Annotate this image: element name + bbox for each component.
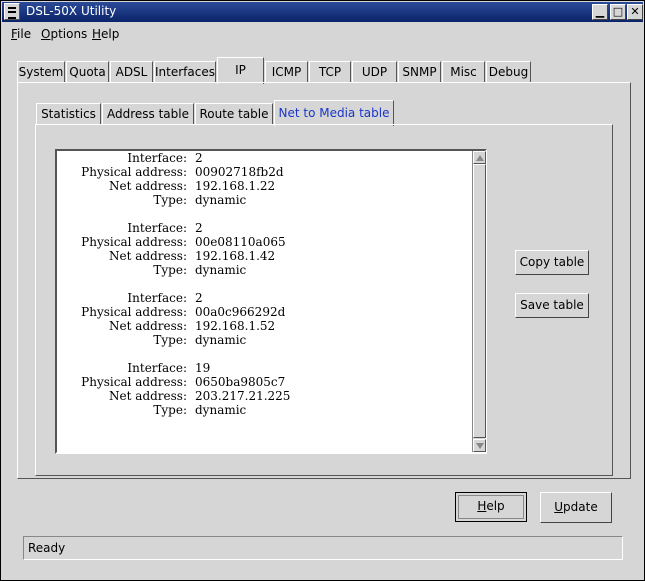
tab-icmp[interactable]: ICMP bbox=[265, 61, 308, 83]
net-to-media-list[interactable]: Interface: 2 Physical address: 00902718fb2… bbox=[55, 149, 487, 454]
type-value: dynamic bbox=[195, 333, 247, 347]
list-content: Interface: 2 Physical address: 00902718fb2… bbox=[57, 151, 471, 452]
net-address-value: 192.168.1.22 bbox=[195, 179, 276, 193]
physical-address-value: 00902718fb2d bbox=[195, 165, 284, 179]
list-item: Interface: 19 Physical address: 0650ba9805… bbox=[57, 361, 471, 417]
net-address-key: Net address: bbox=[109, 389, 187, 403]
tab-statistics[interactable]: Statistics bbox=[36, 103, 101, 125]
physical-address-key: Physical address: bbox=[81, 375, 187, 389]
app-window: DSL-50X Utility ▁ □ ✕ File Options Help … bbox=[0, 0, 645, 581]
window-menu-icon[interactable] bbox=[4, 3, 20, 20]
physical-address-key: Physical address: bbox=[81, 165, 187, 179]
net-address-key: Net address: bbox=[109, 179, 187, 193]
tab-tcp[interactable]: TCP bbox=[309, 61, 351, 83]
list-item: Interface: 2 Physical address: 00a0c966292… bbox=[57, 291, 471, 347]
tab-net-to-media-table[interactable]: Net to Media table bbox=[274, 100, 394, 126]
menu-help-mnemonic: H bbox=[92, 27, 102, 41]
net-address-value: 192.168.1.42 bbox=[195, 249, 276, 263]
net-address-value: 203.217.21.225 bbox=[195, 389, 291, 403]
scroll-thumb[interactable] bbox=[473, 164, 486, 438]
title-bar[interactable]: DSL-50X Utility ▁ □ ✕ bbox=[2, 2, 643, 22]
menu-options[interactable]: Options bbox=[41, 27, 87, 41]
tab-udp[interactable]: UDP bbox=[352, 61, 397, 83]
minimize-button[interactable]: ▁ bbox=[592, 4, 608, 20]
type-value: dynamic bbox=[195, 193, 247, 207]
copy-table-button[interactable]: Copy table bbox=[515, 250, 589, 275]
scroll-down-arrow-icon[interactable] bbox=[473, 439, 486, 452]
scroll-up-arrow-icon[interactable] bbox=[473, 151, 486, 164]
physical-address-value: 0650ba9805c7 bbox=[195, 375, 286, 389]
interface-value: 2 bbox=[195, 151, 203, 165]
physical-address-value: 00e08110a065 bbox=[195, 235, 286, 249]
tab-adsl[interactable]: ADSL bbox=[110, 61, 153, 83]
close-button[interactable]: ✕ bbox=[627, 4, 643, 20]
window-title: DSL-50X Utility bbox=[26, 4, 117, 18]
interface-value: 2 bbox=[195, 291, 203, 305]
help-button[interactable]: Help bbox=[455, 492, 527, 522]
interface-key: Interface: bbox=[127, 361, 187, 375]
list-item: Interface: 2 Physical address: 00e08110a06… bbox=[57, 221, 471, 277]
save-table-button[interactable]: Save table bbox=[515, 293, 589, 318]
net-address-key: Net address: bbox=[109, 249, 187, 263]
tab-route-table[interactable]: Route table bbox=[195, 103, 273, 125]
tab-interfaces[interactable]: Interfaces bbox=[154, 61, 216, 83]
type-value: dynamic bbox=[195, 263, 247, 277]
type-key: Type: bbox=[153, 263, 187, 277]
interface-key: Interface: bbox=[127, 221, 187, 235]
help-mnemonic: H bbox=[477, 499, 487, 513]
physical-address-value: 00a0c966292d bbox=[195, 305, 286, 319]
type-key: Type: bbox=[153, 403, 187, 417]
tab-misc[interactable]: Misc bbox=[442, 61, 485, 83]
menu-help[interactable]: Help bbox=[92, 27, 119, 41]
status-bar: Ready bbox=[23, 536, 623, 560]
tab-debug[interactable]: Debug bbox=[486, 61, 531, 83]
update-button[interactable]: Update bbox=[540, 492, 612, 523]
menu-file[interactable]: File bbox=[11, 27, 31, 41]
physical-address-key: Physical address: bbox=[81, 235, 187, 249]
menu-options-label: ptions bbox=[50, 27, 88, 41]
help-label: elp bbox=[486, 499, 505, 513]
type-key: Type: bbox=[153, 333, 187, 347]
tab-ip[interactable]: IP bbox=[217, 57, 264, 84]
net-address-value: 192.168.1.52 bbox=[195, 319, 276, 333]
menu-file-label: ile bbox=[17, 27, 32, 41]
maximize-button[interactable]: □ bbox=[610, 4, 626, 20]
vertical-scrollbar[interactable] bbox=[472, 151, 486, 452]
interface-value: 19 bbox=[195, 361, 211, 375]
list-item: Interface: 2 Physical address: 00902718fb2… bbox=[57, 151, 471, 207]
update-mnemonic: U bbox=[554, 500, 564, 514]
update-label: pdate bbox=[563, 500, 598, 514]
status-text: Ready bbox=[28, 541, 66, 555]
interface-value: 2 bbox=[195, 221, 203, 235]
type-value: dynamic bbox=[195, 403, 247, 417]
type-key: Type: bbox=[153, 193, 187, 207]
net-address-key: Net address: bbox=[109, 319, 187, 333]
tab-address-table[interactable]: Address table bbox=[102, 103, 194, 125]
tab-quota[interactable]: Quota bbox=[66, 61, 109, 83]
interface-key: Interface: bbox=[127, 151, 187, 165]
interface-key: Interface: bbox=[127, 291, 187, 305]
tab-snmp[interactable]: SNMP bbox=[398, 61, 441, 83]
physical-address-key: Physical address: bbox=[81, 305, 187, 319]
menu-help-label: elp bbox=[101, 27, 120, 41]
tab-system[interactable]: System bbox=[17, 61, 65, 83]
